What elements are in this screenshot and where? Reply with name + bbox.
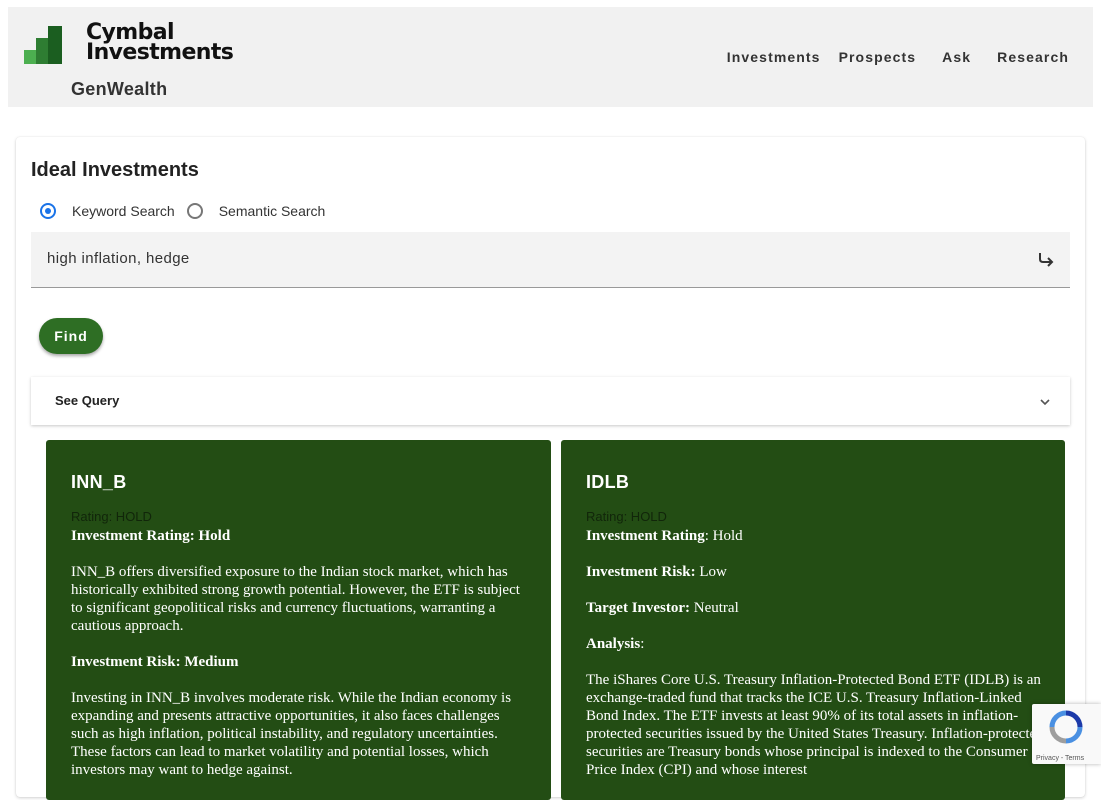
result-body: Investment Rating: Hold INN_B offers div… (71, 527, 526, 797)
keyword-search-label[interactable]: Keyword Search (72, 203, 175, 219)
result-rating: Rating: HOLD (586, 509, 667, 524)
nav-prospects[interactable]: Prospects (839, 49, 917, 65)
chevron-down-icon[interactable] (1038, 395, 1052, 409)
investment-risk-value: Low (695, 564, 727, 580)
find-button[interactable]: Find (39, 318, 103, 354)
product-name: GenWealth (71, 79, 168, 99)
semantic-search-label[interactable]: Semantic Search (219, 203, 326, 219)
search-mode-group: Keyword Search Semantic Search (40, 203, 337, 219)
risk-text: Investing in INN_B involves moderate ris… (71, 690, 512, 778)
analysis-text: The iShares Core U.S. Treasury Inflation… (586, 672, 1044, 778)
investment-risk-key: Investment Risk: (586, 564, 696, 580)
result-ticker: IDLB (586, 472, 630, 492)
nav-investments[interactable]: Investments (727, 49, 821, 65)
app-header: Cymbal Investments GenWealth Investments… (8, 7, 1093, 107)
nav-research[interactable]: Research (997, 49, 1069, 65)
ideal-investments-card: Ideal Investments Keyword Search Semanti… (16, 137, 1085, 800)
result-card-inn-b: INN_B Rating: HOLD Investment Rating: Ho… (46, 440, 551, 800)
nav-ask[interactable]: Ask (942, 49, 971, 65)
result-body: Investment Rating: Hold Investment Risk:… (586, 527, 1046, 797)
keyword-search-radio[interactable] (40, 203, 56, 219)
investment-rating: Investment Rating: Hold (71, 528, 231, 544)
analysis-key: Analysis (586, 636, 641, 652)
investment-risk: Investment Risk: Medium (71, 654, 239, 670)
target-investor-value: Neutral (690, 600, 739, 616)
see-query-label: See Query (55, 393, 120, 408)
recaptcha-badge[interactable]: Privacy - Terms (1032, 704, 1101, 764)
page-title: Ideal Investments (31, 159, 199, 181)
search-input[interactable]: high inflation, hedge (31, 232, 1070, 288)
investment-rating-value: : Hold (704, 528, 743, 544)
recaptcha-icon (1049, 710, 1083, 744)
cymbal-logo[interactable]: Cymbal Investments (24, 22, 234, 66)
search-input-value[interactable]: high inflation, hedge (47, 250, 190, 267)
logo-wordmark: Cymbal Investments (86, 22, 234, 65)
overview-text: INN_B offers diversified exposure to the… (71, 564, 520, 634)
investment-rating-key: Investment Rating (586, 528, 705, 544)
logo-line2: Investments (86, 40, 234, 65)
main-nav: Investments Prospects Ask Research (727, 49, 1069, 65)
recaptcha-links[interactable]: Privacy - Terms (1036, 755, 1084, 762)
result-rating: Rating: HOLD (71, 509, 152, 524)
result-ticker: INN_B (71, 472, 127, 492)
analysis-colon: : (640, 636, 645, 652)
semantic-search-radio[interactable] (186, 203, 203, 219)
logo-mark-icon (24, 26, 62, 64)
see-query-expander[interactable]: See Query (31, 377, 1070, 425)
enter-icon[interactable] (1036, 249, 1056, 269)
target-investor-key: Target Investor: (586, 600, 691, 616)
result-card-idlb: IDLB Rating: HOLD Investment Rating: Hol… (561, 440, 1065, 800)
